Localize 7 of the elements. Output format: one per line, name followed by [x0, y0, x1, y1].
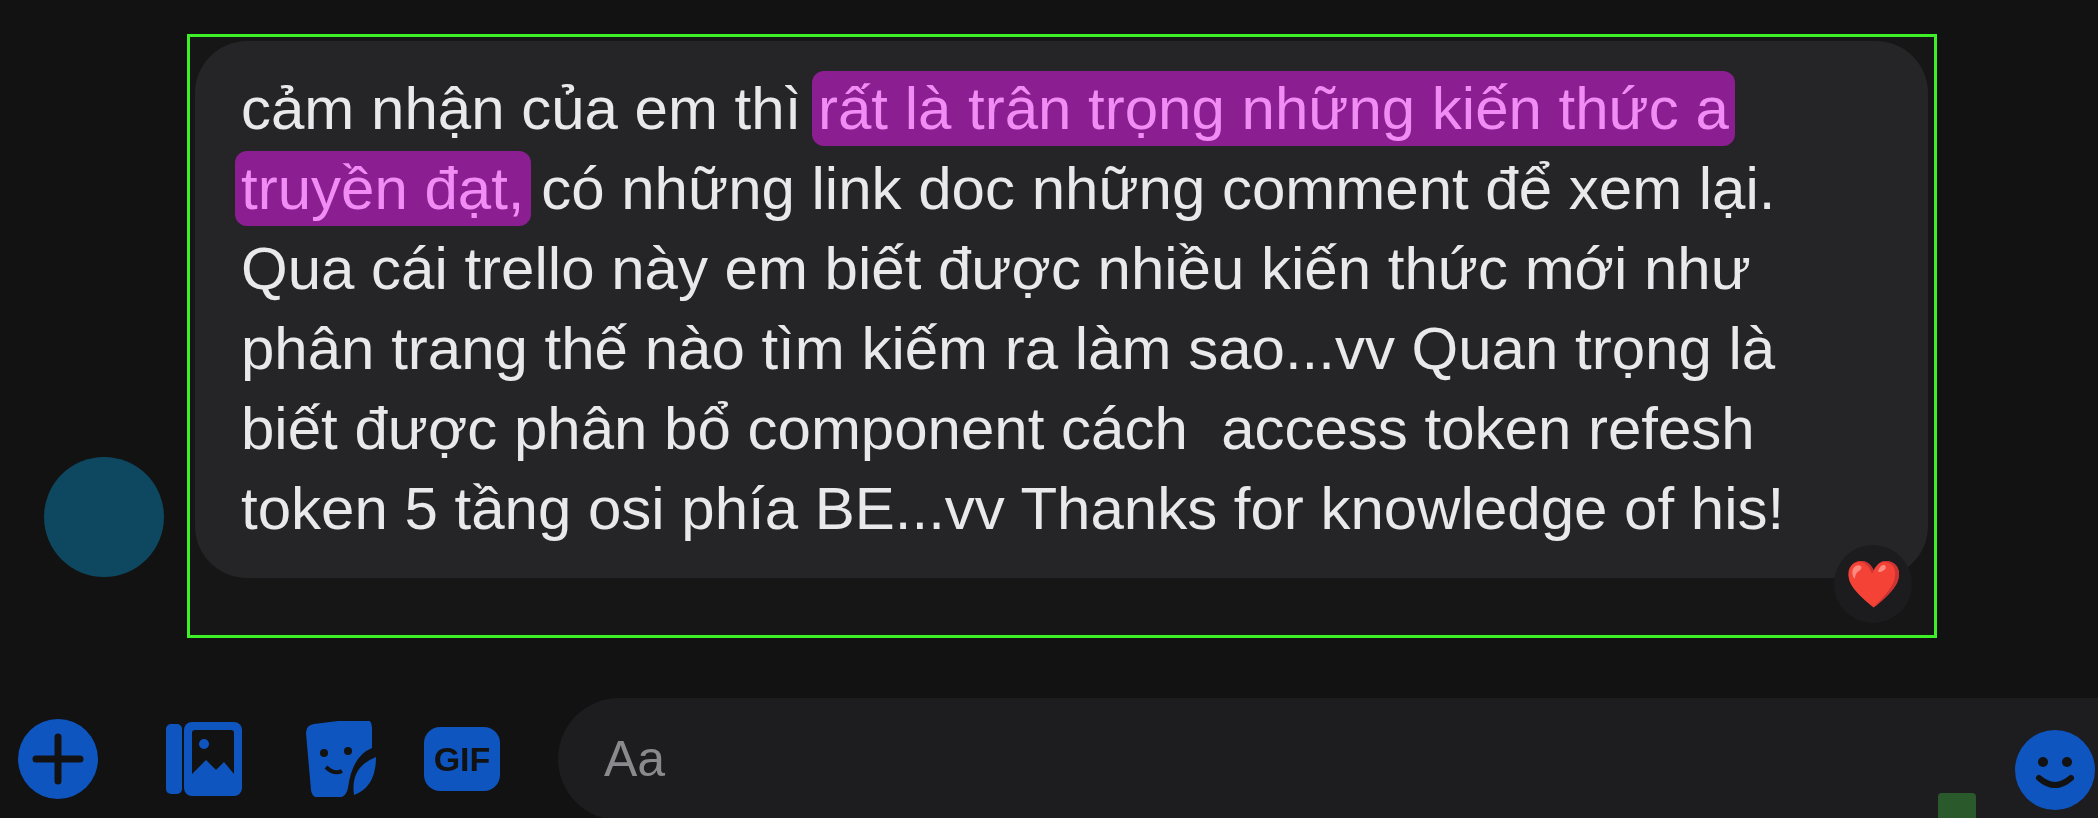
- message-input[interactable]: Aa: [558, 698, 2098, 818]
- image-icon[interactable]: [166, 720, 244, 798]
- gif-button[interactable]: GIF: [424, 727, 500, 791]
- status-square: [1938, 793, 1976, 818]
- heart-reaction[interactable]: ❤: [1834, 545, 1912, 623]
- plus-icon[interactable]: [18, 719, 98, 799]
- smiley-icon[interactable]: [2015, 730, 2095, 810]
